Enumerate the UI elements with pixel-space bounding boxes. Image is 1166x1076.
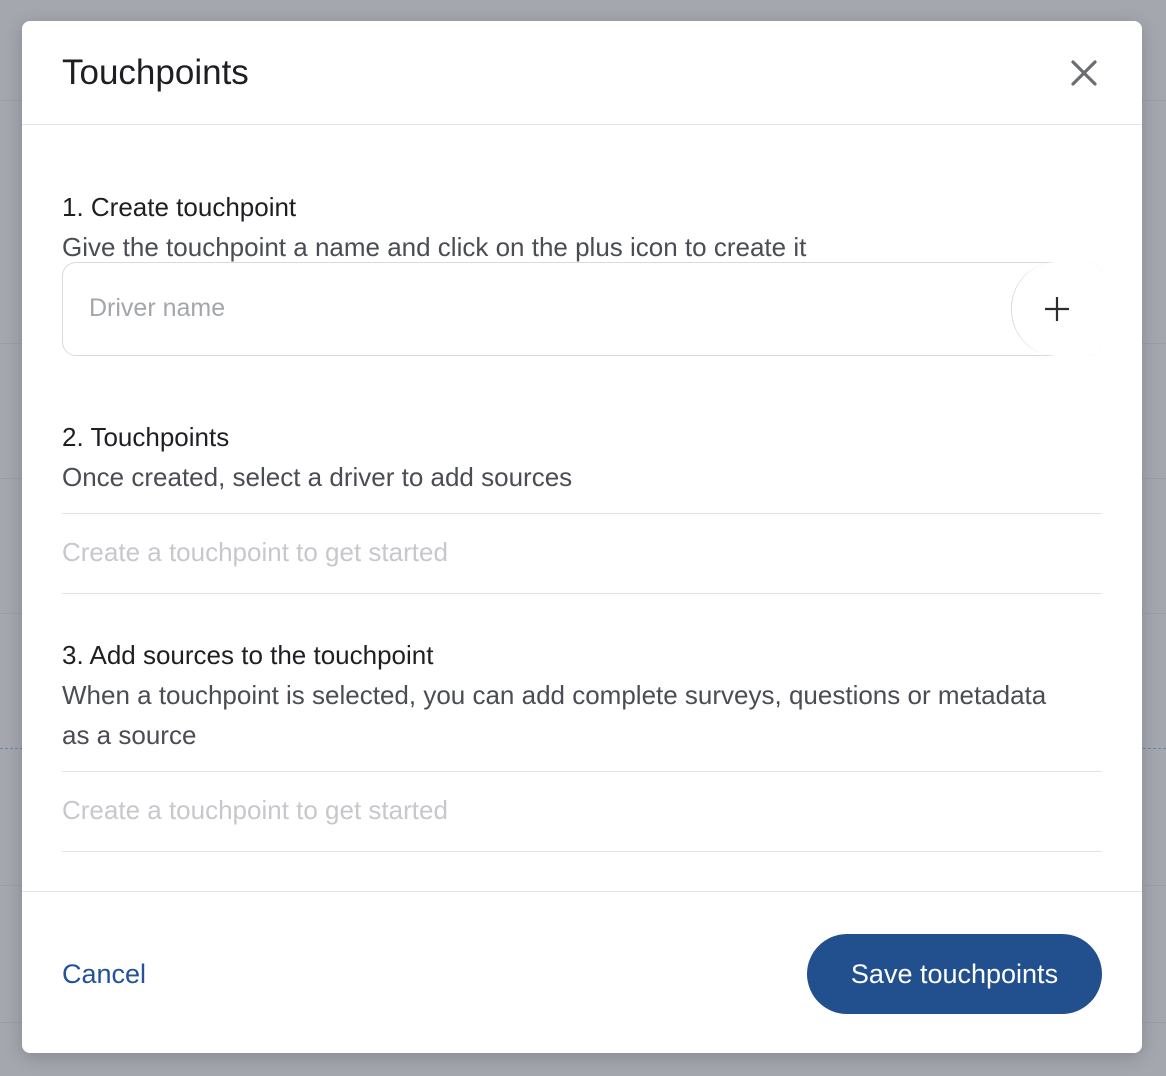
sources-list: Create a touchpoint to get started xyxy=(62,771,1102,852)
save-touchpoints-button[interactable]: Save touchpoints xyxy=(807,934,1102,1014)
sources-empty-message: Create a touchpoint to get started xyxy=(62,795,448,825)
add-touchpoint-button[interactable] xyxy=(1011,262,1102,356)
close-button[interactable] xyxy=(1064,53,1104,93)
create-touchpoint-heading: 1. Create touchpoint xyxy=(62,192,297,222)
touchpoints-modal: Touchpoints 1. Create touchpoint Give th… xyxy=(22,21,1142,1053)
driver-name-input[interactable] xyxy=(64,264,1004,352)
modal-title: Touchpoints xyxy=(62,53,249,92)
add-sources-description: When a touchpoint is selected, you can a… xyxy=(62,680,1047,750)
driver-name-field xyxy=(62,262,1102,356)
touchpoints-list: Create a touchpoint to get started xyxy=(62,513,1102,594)
add-sources-heading: 3. Add sources to the touchpoint xyxy=(62,640,434,670)
touchpoints-heading: 2. Touchpoints xyxy=(62,422,230,452)
plus-icon xyxy=(1045,297,1069,321)
modal-header: Touchpoints xyxy=(22,21,1142,125)
modal-footer: Cancel Save touchpoints xyxy=(22,891,1142,1053)
create-touchpoint-description: Give the touchpoint a name and click on … xyxy=(62,232,807,262)
touchpoints-empty-message: Create a touchpoint to get started xyxy=(62,537,448,567)
cancel-button[interactable]: Cancel xyxy=(62,958,146,990)
close-icon xyxy=(1071,60,1097,86)
touchpoints-description: Once created, select a driver to add sou… xyxy=(62,462,573,492)
